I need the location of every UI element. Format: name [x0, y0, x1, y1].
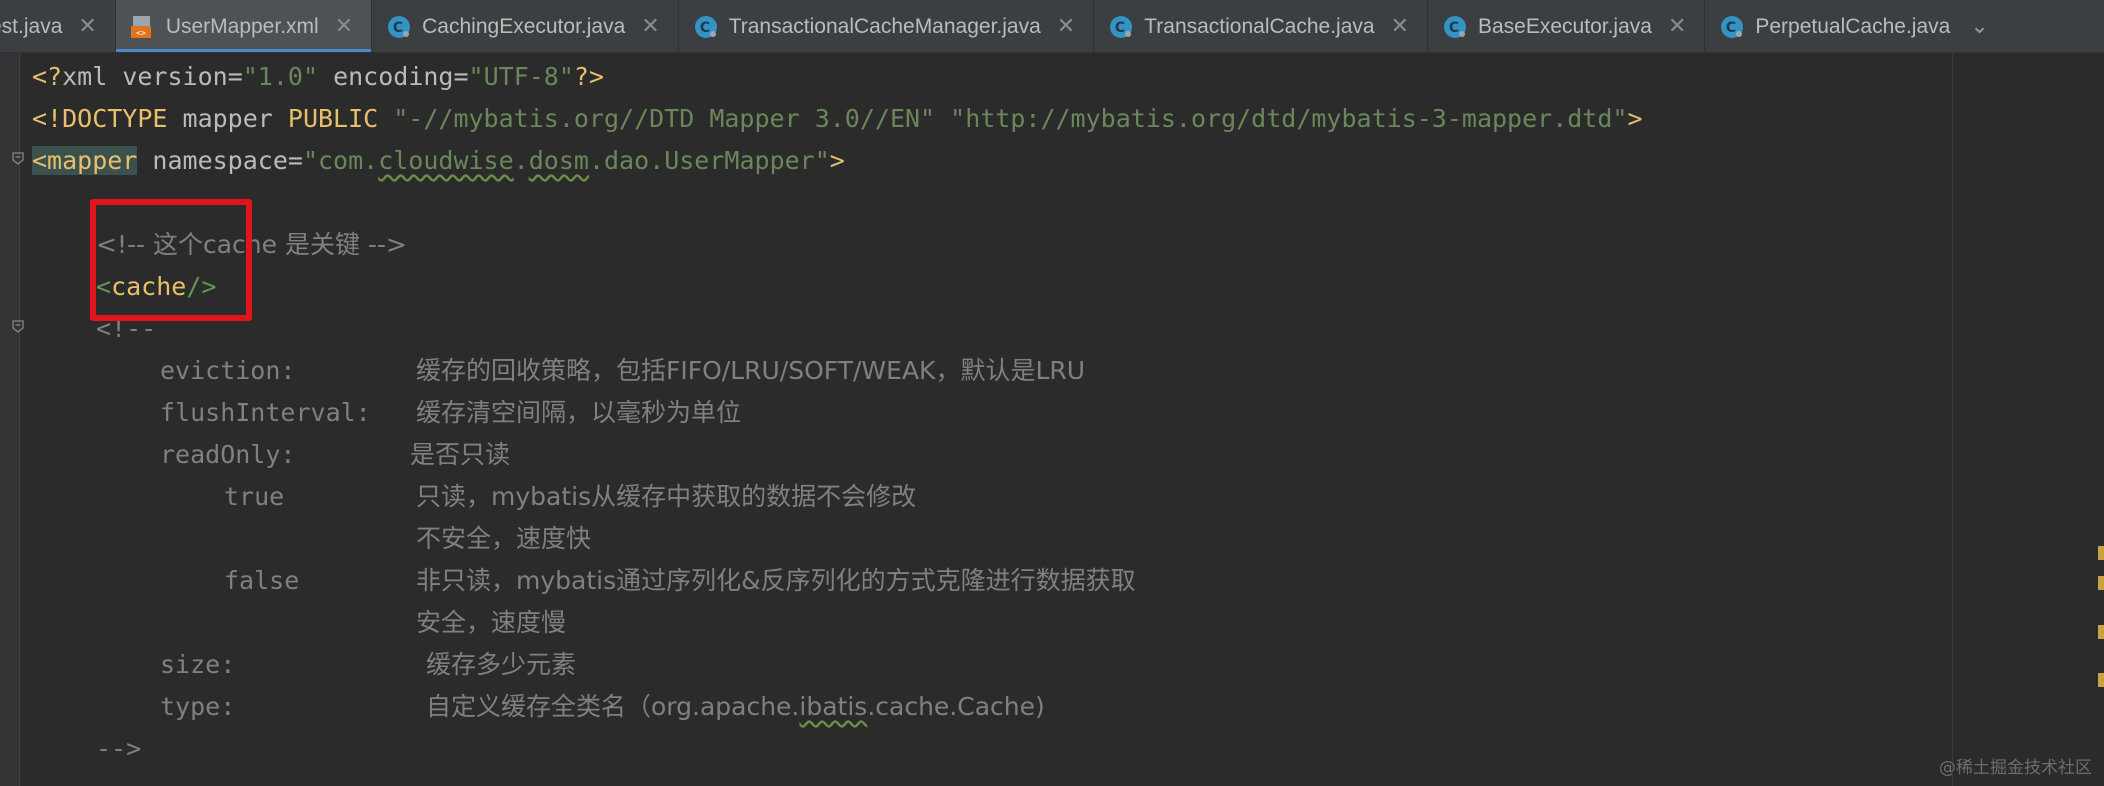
scrollbar-marker[interactable]: [2098, 576, 2104, 590]
java-class-icon: C: [1110, 15, 1133, 38]
doc-key-false: false: [224, 566, 300, 595]
tab-label: BaseExecutor.java: [1478, 14, 1652, 38]
tab-label: est.java: [0, 14, 63, 38]
xml-decl-eq: =: [453, 62, 469, 91]
watermark: @稀土掘金技术社区: [1939, 758, 2092, 778]
doc-desc-true: 只读，mybatis从缓存中获取的数据不会修改: [416, 482, 917, 511]
scrollbar-marker[interactable]: [2098, 546, 2104, 560]
doc-desc-type-part: .cache.Cache): [867, 692, 1045, 721]
tab-label: UserMapper.xml: [165, 14, 319, 38]
doc-desc-type-part: ibatis: [799, 692, 868, 721]
fold-icon[interactable]: [11, 151, 25, 165]
close-icon[interactable]: ✕: [78, 14, 96, 39]
doc-desc-false: 非只读，mybatis通过序列化&反序列化的方式克隆进行数据获取: [416, 566, 1136, 595]
xml-decl-value: "UTF-8": [468, 62, 574, 91]
code-line-17: -->: [96, 734, 142, 763]
doc-key-flushinterval: flushInterval:: [160, 398, 371, 427]
mapper-tag: <mapper: [32, 146, 138, 175]
doctype-public: PUBLIC: [287, 104, 379, 133]
tab-transactionalcachemanager-java[interactable]: C TransactionalCacheManager.java ✕: [679, 0, 1095, 52]
doctype-name: mapper: [167, 104, 288, 133]
tab-test-java[interactable]: est.java ✕: [0, 0, 116, 52]
tab-label: TransactionalCacheManager.java: [728, 14, 1041, 38]
svg-text:C: C: [700, 20, 710, 36]
xml-file-icon: <>: [130, 15, 151, 38]
tab-label: TransactionalCache.java: [1144, 14, 1375, 38]
svg-text:C: C: [1726, 20, 1736, 36]
doctype-ids: "-//mybatis.org//DTD Mapper 3.0//EN" "ht…: [378, 104, 1628, 133]
namespace-attr: namespace: [137, 146, 288, 175]
doctype-keyword: <!DOCTYPE: [32, 104, 168, 133]
java-class-icon: C: [694, 15, 717, 38]
doc-desc-readonly: 是否只读: [410, 440, 511, 469]
svg-text:<>: <>: [136, 28, 146, 37]
code-line-1: <?xml version="1.0" encoding="UTF-8"?>: [32, 56, 604, 98]
doc-desc-eviction: 缓存的回收策略，包括FIFO/LRU/SOFT/WEAK，默认是LRU: [416, 356, 1086, 385]
doc-key-eviction: eviction:: [160, 356, 296, 385]
doc-desc-size: 缓存多少元素: [426, 650, 577, 679]
doc-key-type: type:: [160, 692, 236, 721]
doc-key-readonly: readOnly:: [160, 440, 296, 469]
tab-label: PerpetualCache.java: [1755, 14, 1951, 38]
scrollbar-marker[interactable]: [2098, 625, 2104, 639]
code-line-2: <!DOCTYPE mapper PUBLIC "-//mybatis.org/…: [32, 98, 1643, 140]
tab-baseexecutor-java[interactable]: C BaseExecutor.java ✕: [1428, 0, 1706, 52]
right-margin-guide: [1952, 53, 1953, 786]
namespace-value: .: [513, 146, 529, 175]
chevron-down-icon[interactable]: ⌄: [1970, 14, 1988, 39]
attr-eq: =: [287, 146, 303, 175]
editor-tab-bar: est.java ✕ <> UserMapper.xml ✕ C Caching…: [0, 0, 2104, 53]
close-icon[interactable]: ✕: [1057, 14, 1075, 39]
doc-desc-false-2: 安全，速度慢: [416, 608, 567, 637]
doc-desc-flushinterval: 缓存清空间隔，以毫秒为单位: [416, 398, 742, 427]
xml-decl-eq: =: [227, 62, 243, 91]
doc-desc-true-2: 不安全，速度快: [416, 524, 592, 553]
namespace-value: cloudwise: [378, 146, 514, 175]
namespace-value: .dao.UserMapper": [588, 146, 830, 175]
svg-text:C: C: [393, 20, 403, 36]
xml-decl-attr: encoding: [318, 62, 454, 91]
mapper-tag-close: >: [829, 146, 845, 175]
xml-decl-open: <?: [32, 62, 63, 91]
tab-cachingexecutor-java[interactable]: C CachingExecutor.java ✕: [372, 0, 679, 52]
namespace-value: "com.: [302, 146, 379, 175]
java-class-icon: C: [1444, 15, 1466, 38]
scrollbar-marker[interactable]: [2098, 673, 2104, 687]
xml-decl-attr: xml version: [62, 62, 228, 91]
close-icon[interactable]: ✕: [1668, 14, 1686, 39]
code-line-3: <mapper namespace="com.cloudwise.dosm.da…: [32, 140, 845, 182]
fold-icon[interactable]: [11, 319, 25, 333]
highlight-box: [90, 199, 252, 321]
namespace-value: dosm: [528, 146, 589, 175]
doc-key-true: true: [224, 482, 285, 511]
doc-desc-type: 自定义缓存全类名（org.apache.ibatis.cache.Cache): [426, 686, 1045, 728]
tab-perpetualcache-java[interactable]: C PerpetualCache.java ⌄: [1705, 0, 1998, 52]
xml-decl-close: ?>: [573, 62, 605, 91]
doc-desc-type-part: 自定义缓存全类名（org.apache.: [426, 692, 800, 721]
tab-transactionalcache-java[interactable]: C TransactionalCache.java ✕: [1094, 0, 1428, 52]
close-icon[interactable]: ✕: [641, 14, 659, 39]
close-icon[interactable]: ✕: [1391, 14, 1409, 39]
svg-text:C: C: [1449, 20, 1459, 36]
tab-label: CachingExecutor.java: [422, 14, 626, 38]
close-icon[interactable]: ✕: [335, 14, 353, 39]
tab-usermapper-xml[interactable]: <> UserMapper.xml ✕: [115, 0, 373, 52]
xml-decl-value: "1.0": [242, 62, 319, 91]
code-editor[interactable]: <?xml version="1.0" encoding="UTF-8"?> <…: [0, 53, 2104, 786]
svg-text:C: C: [1115, 20, 1125, 36]
doc-key-size: size:: [160, 650, 236, 679]
doctype-close: >: [1627, 104, 1643, 133]
java-class-icon: C: [388, 15, 411, 38]
java-class-icon: C: [1721, 15, 1744, 38]
